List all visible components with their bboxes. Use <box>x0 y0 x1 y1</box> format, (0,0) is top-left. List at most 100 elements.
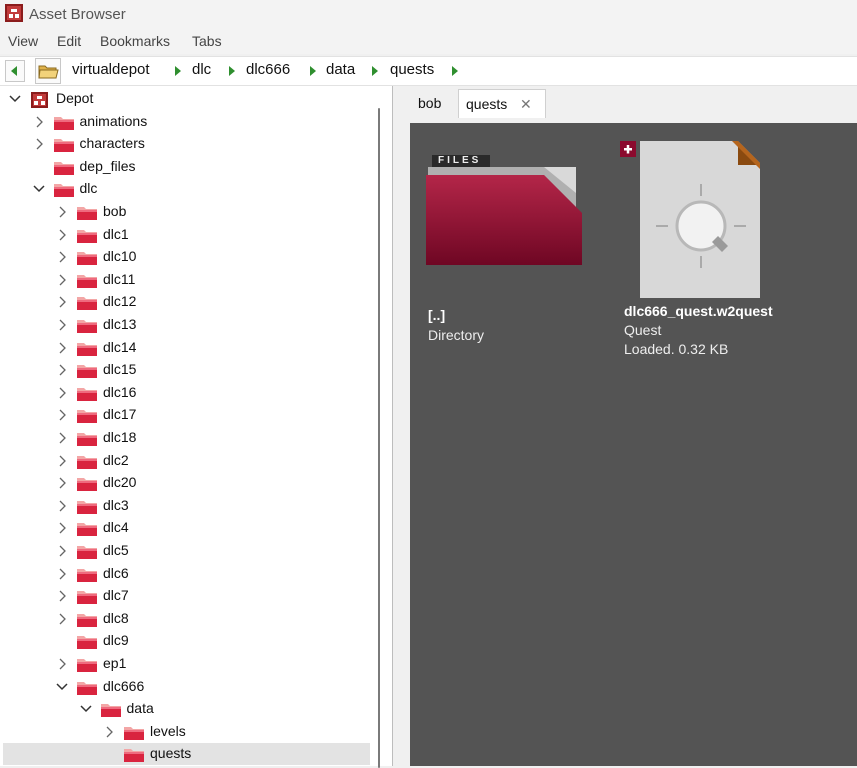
chevron-right-icon[interactable] <box>56 522 68 534</box>
crumb-virtualdepot[interactable]: virtualdepot <box>72 61 150 78</box>
menu-edit[interactable]: Edit <box>57 33 81 49</box>
chevron-right-icon[interactable] <box>56 590 68 602</box>
asset-type: Quest <box>624 322 662 338</box>
folder-up-button[interactable] <box>35 58 61 84</box>
tree-item-dlc7[interactable]: dlc7 <box>0 585 376 607</box>
tree-item-dlc20[interactable]: dlc20 <box>0 472 376 494</box>
folder-icon <box>77 500 97 514</box>
crumb-dlc666[interactable]: dlc666 <box>246 61 290 78</box>
tree-item-dlc6[interactable]: dlc6 <box>0 563 376 585</box>
folder-icon <box>77 274 97 288</box>
tab-bob[interactable]: bob <box>404 89 456 117</box>
tree-item-levels[interactable]: levels <box>0 721 376 743</box>
tree-item-dlc18[interactable]: dlc18 <box>0 427 376 449</box>
tree-item-ep1[interactable]: ep1 <box>0 653 376 675</box>
chevron-right-icon <box>310 66 316 76</box>
depot-icon <box>31 92 48 108</box>
tree-item-label: dlc5 <box>103 542 129 558</box>
tree-item-quests[interactable]: quests <box>3 743 370 766</box>
chevron-right-icon[interactable] <box>56 229 68 241</box>
chevron-right-icon[interactable] <box>56 206 68 218</box>
asset-item-quest[interactable]: dlc666_quest.w2quest Quest Loaded. 0.32 … <box>620 138 850 368</box>
tree-item-depot[interactable]: Depot <box>0 88 376 110</box>
content-panel: bob quests ✕ FILES [..] Directory dlc666… <box>398 86 857 766</box>
chevron-right-icon[interactable] <box>56 319 68 331</box>
menu-bookmarks[interactable]: Bookmarks <box>100 33 170 49</box>
chevron-right-icon[interactable] <box>56 658 68 670</box>
chevron-down-icon[interactable] <box>56 681 68 693</box>
chevron-right-icon[interactable] <box>56 409 68 421</box>
chevron-right-icon[interactable] <box>56 364 68 376</box>
folder-icon <box>77 342 97 356</box>
chevron-right-icon[interactable] <box>56 568 68 580</box>
chevron-down-icon[interactable] <box>32 183 45 195</box>
tree-item-dlc13[interactable]: dlc13 <box>0 314 376 336</box>
tree-item-dlc10[interactable]: dlc10 <box>0 246 376 268</box>
menu-view[interactable]: View <box>8 33 38 49</box>
folder-icon <box>77 365 97 379</box>
chevron-right-icon[interactable] <box>33 138 45 150</box>
tree-item-dlc15[interactable]: dlc15 <box>0 359 376 381</box>
tree-item-dlc4[interactable]: dlc4 <box>0 517 376 539</box>
folder-icon <box>77 387 97 401</box>
chevron-right-icon[interactable] <box>56 455 68 467</box>
chevron-right-icon[interactable] <box>56 545 68 557</box>
chevron-right-icon[interactable] <box>103 726 115 738</box>
chevron-right-icon[interactable] <box>56 342 68 354</box>
tree-item-characters[interactable]: characters <box>0 133 376 155</box>
arrow-left-icon <box>11 66 17 76</box>
folder-icon <box>77 659 97 672</box>
folder-icon <box>77 320 97 333</box>
chevron-right-icon[interactable] <box>56 613 68 625</box>
chevron-down-icon[interactable] <box>9 93 21 105</box>
tree-item-dlc11[interactable]: dlc11 <box>0 269 376 291</box>
tree-item-label: dlc3 <box>103 496 129 513</box>
tree-item-dlc5[interactable]: dlc5 <box>0 540 376 562</box>
tree-item-dlc2[interactable]: dlc2 <box>0 450 376 472</box>
tree-item-dlc14[interactable]: dlc14 <box>0 337 376 359</box>
tree-item-label: dlc18 <box>103 429 137 445</box>
tree-item-label: dlc <box>79 180 98 197</box>
folder-icon <box>77 681 97 695</box>
tree-item-dlc[interactable]: dlc <box>0 178 376 200</box>
folder-icon <box>77 591 97 605</box>
chevron-down-icon[interactable] <box>79 703 92 715</box>
tree-item-animations[interactable]: animations <box>0 111 376 133</box>
crumb-data[interactable]: data <box>326 61 355 78</box>
back-button[interactable] <box>5 60 25 82</box>
tree-item-dlc3[interactable]: dlc3 <box>0 495 376 517</box>
tree-item-label: dlc1 <box>103 225 129 242</box>
folder-icon <box>77 229 97 243</box>
tree-item-dlc12[interactable]: dlc12 <box>0 291 376 313</box>
crumb-quests[interactable]: quests <box>390 61 434 78</box>
tree-item-dlc9[interactable]: dlc9 <box>0 630 376 652</box>
chevron-right-icon[interactable] <box>33 116 45 128</box>
tree-item-label: dlc666 <box>103 677 145 694</box>
tree-item-dlc8[interactable]: dlc8 <box>0 608 376 630</box>
tree-item-bob[interactable]: bob <box>0 201 376 223</box>
chevron-right-icon[interactable] <box>56 251 68 263</box>
tree-item-label: ep1 <box>103 655 127 671</box>
chevron-right-icon[interactable] <box>56 387 68 399</box>
crumb-dlc[interactable]: dlc <box>192 61 211 78</box>
asset-item-directory[interactable]: FILES [..] Directory <box>426 153 586 353</box>
chevron-right-icon[interactable] <box>56 432 68 444</box>
tree-scrollbar[interactable] <box>376 108 382 768</box>
window-title: Asset Browser <box>29 6 126 23</box>
tree-item-data[interactable]: data <box>0 698 376 720</box>
tree-item-label: dlc9 <box>103 632 129 649</box>
tree-item-dep-files[interactable]: dep_files <box>0 156 376 178</box>
tree-item-dlc1[interactable]: dlc1 <box>0 224 376 246</box>
close-icon[interactable]: ✕ <box>520 96 532 113</box>
tree-item-dlc16[interactable]: dlc16 <box>0 382 376 404</box>
asset-name: dlc666_quest.w2quest <box>624 303 773 319</box>
menu-tabs[interactable]: Tabs <box>192 33 222 49</box>
chevron-right-icon[interactable] <box>56 500 68 512</box>
chevron-right-icon[interactable] <box>56 274 68 286</box>
tab-quests[interactable]: quests ✕ <box>458 89 546 118</box>
tree-item-dlc17[interactable]: dlc17 <box>0 404 376 426</box>
chevron-right-icon[interactable] <box>56 477 68 489</box>
tree-item-dlc666[interactable]: dlc666 <box>0 676 376 698</box>
chevron-right-icon[interactable] <box>56 296 68 308</box>
folder-icon <box>77 613 97 627</box>
